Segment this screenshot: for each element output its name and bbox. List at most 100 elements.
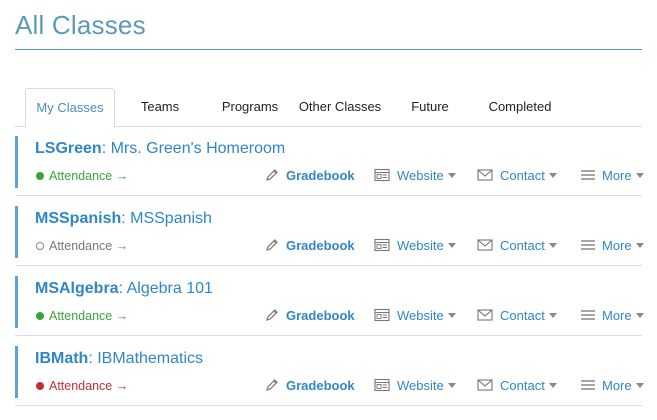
attendance-status-dot (36, 382, 44, 390)
webpage-icon (374, 308, 390, 322)
menu-lines-icon (581, 309, 595, 321)
attendance-label: Attendance (49, 169, 113, 183)
tab-my-classes[interactable]: My Classes (25, 88, 115, 128)
webpage-icon (374, 168, 390, 182)
attendance-link[interactable]: Attendance → (36, 309, 128, 323)
gradebook-button[interactable]: Gradebook (265, 376, 355, 394)
contact-dropdown[interactable]: Contact (477, 236, 557, 254)
tab-future[interactable]: Future (398, 88, 462, 127)
contact-dropdown[interactable]: Contact (477, 376, 557, 394)
pencil-icon (265, 168, 279, 182)
attendance-label: Attendance (49, 309, 113, 323)
attendance-label: Attendance (49, 379, 113, 393)
tab-programs[interactable]: Programs (207, 88, 293, 127)
website-dropdown[interactable]: Website (374, 166, 456, 184)
class-separator: : (118, 280, 127, 297)
webpage-icon (374, 378, 390, 392)
more-dropdown[interactable]: More (581, 306, 644, 324)
tab-teams[interactable]: Teams (123, 88, 197, 127)
pencil-icon (265, 378, 279, 392)
attendance-status-dot (36, 242, 44, 250)
class-row: IBMath: IBMathematics Attendance → Grade… (15, 346, 644, 406)
chevron-down-icon (635, 242, 644, 248)
gradebook-label: Gradebook (286, 237, 355, 253)
row-accent-bar (15, 276, 18, 328)
row-accent-bar (15, 136, 18, 188)
chevron-down-icon (635, 312, 644, 318)
more-label: More (602, 237, 632, 253)
website-label: Website (397, 377, 444, 393)
envelope-icon (477, 169, 493, 181)
class-name: Algebra 101 (126, 280, 213, 297)
class-name: IBMathematics (97, 350, 204, 367)
pencil-icon (265, 238, 279, 252)
chevron-down-icon (635, 172, 644, 178)
class-title-link[interactable]: MSSpanish: MSSpanish (35, 210, 212, 228)
menu-lines-icon (581, 379, 595, 391)
website-label: Website (397, 167, 444, 183)
contact-dropdown[interactable]: Contact (477, 306, 557, 324)
arrow-right-icon: → (115, 239, 129, 253)
more-label: More (602, 377, 632, 393)
website-dropdown[interactable]: Website (374, 236, 456, 254)
class-code: IBMath (35, 350, 89, 367)
contact-label: Contact (500, 167, 545, 183)
gradebook-button[interactable]: Gradebook (265, 166, 355, 184)
contact-label: Contact (500, 377, 545, 393)
chevron-down-icon (447, 382, 456, 388)
more-dropdown[interactable]: More (581, 166, 644, 184)
class-title-link[interactable]: MSAlgebra: Algebra 101 (35, 280, 213, 298)
contact-label: Contact (500, 307, 545, 323)
attendance-status-dot (36, 172, 44, 180)
class-separator: : (121, 210, 131, 227)
more-dropdown[interactable]: More (581, 236, 644, 254)
webpage-icon (374, 238, 390, 252)
chevron-down-icon (447, 242, 456, 248)
gradebook-label: Gradebook (286, 307, 355, 323)
tab-completed[interactable]: Completed (480, 88, 560, 127)
arrow-right-icon: → (115, 169, 129, 183)
row-accent-bar (15, 346, 18, 398)
attendance-link[interactable]: Attendance → (36, 379, 128, 393)
envelope-icon (477, 239, 493, 251)
website-dropdown[interactable]: Website (374, 376, 456, 394)
more-dropdown[interactable]: More (581, 376, 644, 394)
class-code: LSGreen (35, 140, 102, 157)
menu-lines-icon (581, 239, 595, 251)
gradebook-button[interactable]: Gradebook (265, 236, 355, 254)
website-label: Website (397, 307, 444, 323)
website-dropdown[interactable]: Website (374, 306, 456, 324)
arrow-right-icon: → (115, 309, 129, 323)
attendance-link[interactable]: Attendance → (36, 169, 128, 183)
envelope-icon (477, 309, 493, 321)
more-label: More (602, 307, 632, 323)
class-tabs: My Classes Teams Programs Other Classes … (15, 88, 642, 128)
tab-other-classes[interactable]: Other Classes (294, 88, 386, 127)
gradebook-label: Gradebook (286, 167, 355, 183)
chevron-down-icon (548, 382, 557, 388)
chevron-down-icon (447, 312, 456, 318)
class-separator: : (88, 350, 98, 367)
class-row: MSAlgebra: Algebra 101 Attendance → Grad… (15, 276, 644, 336)
contact-label: Contact (500, 237, 545, 253)
pencil-icon (265, 308, 279, 322)
attendance-link[interactable]: Attendance → (36, 239, 128, 253)
class-name: MSSpanish (130, 210, 212, 227)
chevron-down-icon (548, 172, 557, 178)
arrow-right-icon: → (115, 379, 129, 393)
row-accent-bar (15, 206, 18, 258)
class-row: LSGreen: Mrs. Green's Homeroom Attendanc… (15, 136, 644, 196)
gradebook-label: Gradebook (286, 377, 355, 393)
attendance-status-dot (36, 312, 44, 320)
page-title: All Classes (15, 10, 146, 40)
chevron-down-icon (447, 172, 456, 178)
attendance-label: Attendance (49, 239, 113, 253)
gradebook-button[interactable]: Gradebook (265, 306, 355, 324)
chevron-down-icon (548, 242, 557, 248)
class-title-link[interactable]: LSGreen: Mrs. Green's Homeroom (35, 140, 285, 158)
class-name: Mrs. Green's Homeroom (110, 140, 286, 157)
class-title-link[interactable]: IBMath: IBMathematics (35, 350, 203, 368)
contact-dropdown[interactable]: Contact (477, 166, 557, 184)
website-label: Website (397, 237, 444, 253)
class-code: MSAlgebra (35, 280, 119, 297)
